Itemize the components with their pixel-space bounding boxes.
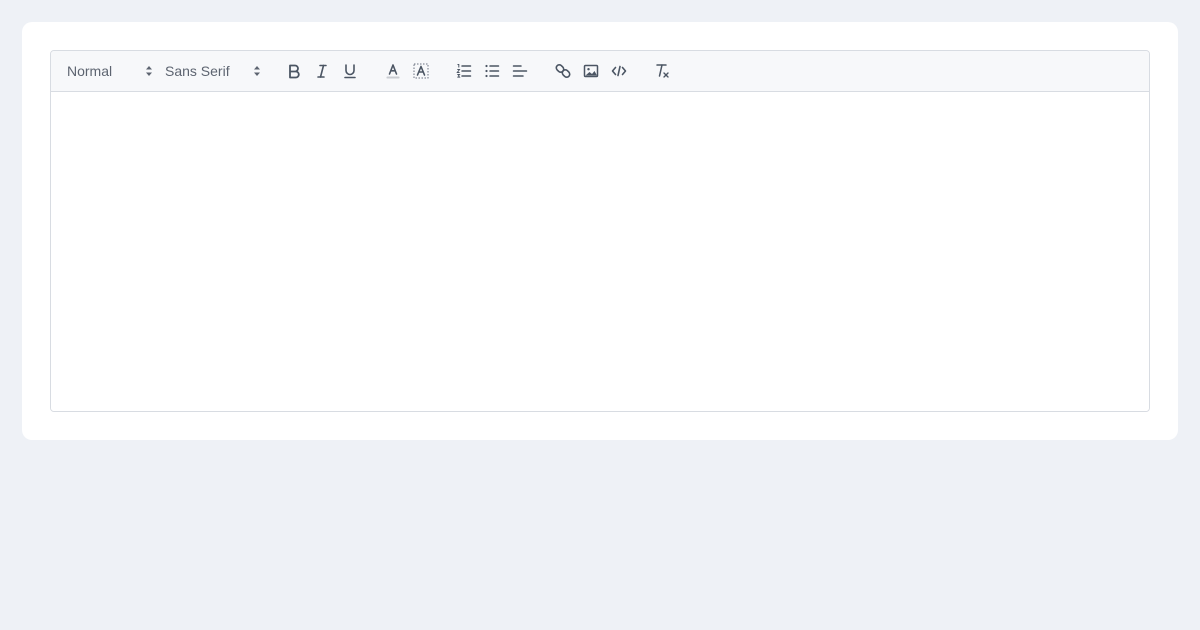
ordered-list-button[interactable] [453, 61, 475, 81]
bullet-list-icon [485, 64, 500, 78]
italic-icon [317, 64, 327, 78]
background-color-icon [413, 63, 429, 79]
underline-icon [344, 64, 356, 79]
header-select[interactable]: Normal [67, 60, 153, 82]
code-button[interactable] [608, 61, 630, 81]
select-arrows-icon [254, 66, 260, 76]
align-button[interactable] [509, 61, 531, 81]
clear-format-icon [656, 64, 669, 78]
editor-content-area[interactable] [51, 92, 1149, 411]
bold-icon [289, 64, 300, 79]
link-icon [555, 63, 571, 79]
image-icon [583, 64, 599, 78]
ordered-list-icon [456, 64, 472, 78]
text-color-button[interactable] [382, 61, 404, 81]
font-select-value: Sans Serif [165, 63, 230, 79]
code-icon [611, 65, 627, 77]
background-color-button[interactable] [410, 61, 432, 81]
font-select[interactable]: Sans Serif [165, 60, 261, 82]
clear-format-button[interactable] [651, 61, 673, 81]
rich-text-editor: Normal Sans Serif [50, 50, 1150, 412]
italic-button[interactable] [311, 61, 333, 81]
editor-card: Normal Sans Serif [22, 22, 1178, 440]
align-left-icon [512, 65, 528, 77]
underline-button[interactable] [339, 61, 361, 81]
bullet-list-button[interactable] [481, 61, 503, 81]
image-button[interactable] [580, 61, 602, 81]
text-color-icon [386, 64, 400, 79]
select-arrows-icon [146, 66, 152, 76]
header-select-value: Normal [67, 63, 113, 79]
bold-button[interactable] [283, 61, 305, 81]
link-button[interactable] [552, 61, 574, 81]
editor-toolbar: Normal Sans Serif [51, 51, 1149, 92]
